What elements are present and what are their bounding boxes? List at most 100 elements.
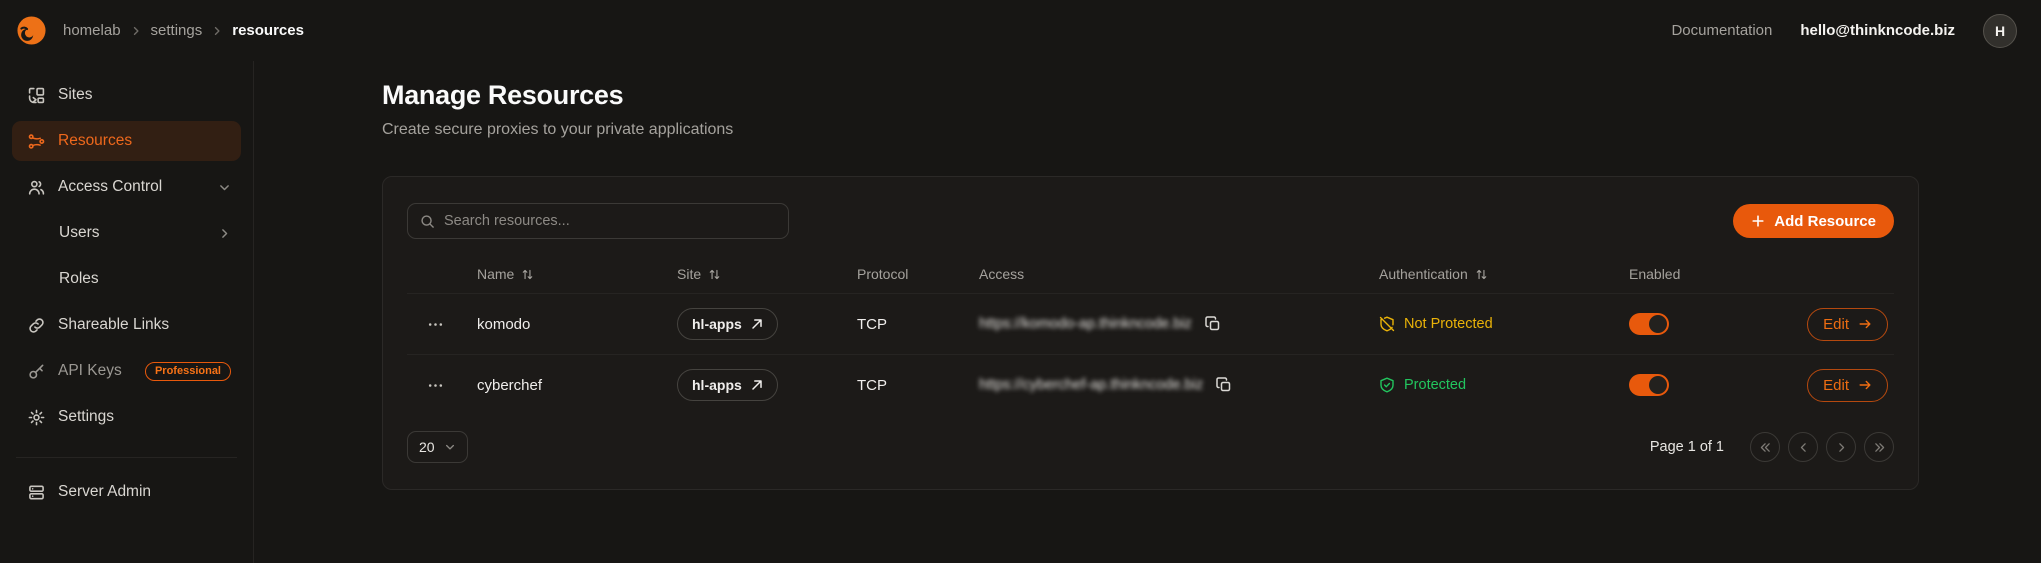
sidebar-item-label: Roles <box>59 270 231 288</box>
page-subtitle: Create secure proxies to your private ap… <box>382 118 1919 142</box>
chevron-down-icon <box>444 441 456 453</box>
breadcrumb-current-page: resources <box>232 22 304 39</box>
sidebar-item-label: Shareable Links <box>58 316 231 334</box>
access-url[interactable]: https://cyberchef-ap.thinkncode.biz <box>979 377 1203 393</box>
plus-icon <box>1751 214 1765 228</box>
page-size-select[interactable]: 20 <box>407 431 468 463</box>
chevrons-right-icon <box>1873 441 1886 454</box>
external-link-icon <box>751 379 763 391</box>
column-header-enabled: Enabled <box>1615 266 1787 282</box>
chevron-right-icon <box>130 25 142 37</box>
sites-icon <box>28 87 45 104</box>
sidebar-item-users[interactable]: Users <box>12 213 241 253</box>
access-url[interactable]: https://komodo-ap.thinkncode.biz <box>979 316 1192 332</box>
documentation-link[interactable]: Documentation <box>1671 22 1772 39</box>
column-header-access: Access <box>965 266 1365 282</box>
sidebar-item-roles[interactable]: Roles <box>12 259 241 299</box>
chevron-left-icon <box>1797 441 1810 454</box>
edit-button[interactable]: Edit <box>1807 308 1888 341</box>
sidebar-item-access-control[interactable]: Access Control <box>12 167 241 207</box>
sidebar: Sites Resources Access Co <box>0 61 254 563</box>
add-resource-button[interactable]: Add Resource <box>1733 204 1894 238</box>
ellipsis-icon <box>427 377 444 394</box>
site-link-button[interactable]: hl-apps <box>677 308 778 340</box>
sidebar-item-label: Settings <box>58 408 231 426</box>
column-header-label: Site <box>677 266 701 282</box>
resources-table: Name Site Protocol Access Authenticati <box>407 255 1894 415</box>
copy-url-button[interactable] <box>1203 314 1223 334</box>
pagination: Page 1 of 1 <box>1650 432 1894 462</box>
first-page-button[interactable] <box>1750 432 1780 462</box>
next-page-button[interactable] <box>1826 432 1856 462</box>
column-header-name[interactable]: Name <box>463 266 663 282</box>
shield-off-icon <box>1379 316 1395 332</box>
pangolin-logo-icon[interactable] <box>16 15 47 46</box>
sidebar-item-api-keys[interactable]: API Keys Professional <box>12 351 241 391</box>
last-page-button[interactable] <box>1864 432 1894 462</box>
table-row: cyberchef hl-apps TCP https://cyberchef-… <box>407 354 1894 415</box>
key-icon <box>28 363 45 380</box>
enabled-toggle[interactable] <box>1629 374 1669 396</box>
column-header-label: Protocol <box>857 266 908 282</box>
table-footer: 20 Page 1 of 1 <box>407 431 1894 463</box>
arrow-right-icon <box>1858 378 1872 392</box>
search-icon <box>420 214 435 229</box>
resources-card: Add Resource Name Site Protocol <box>382 176 1919 490</box>
site-link-button[interactable]: hl-apps <box>677 369 778 401</box>
card-toolbar: Add Resource <box>407 203 1894 239</box>
sidebar-divider <box>16 457 237 458</box>
column-header-label: Name <box>477 266 514 282</box>
search-input[interactable] <box>444 213 776 229</box>
row-menu-button[interactable] <box>407 316 463 333</box>
column-header-site[interactable]: Site <box>663 266 843 282</box>
sidebar-item-shareable-links[interactable]: Shareable Links <box>12 305 241 345</box>
enabled-toggle[interactable] <box>1629 313 1669 335</box>
sort-icon <box>521 268 534 281</box>
previous-page-button[interactable] <box>1788 432 1818 462</box>
toggle-knob <box>1649 376 1667 394</box>
edit-button[interactable]: Edit <box>1807 369 1888 402</box>
page-title: Manage Resources <box>382 77 1919 113</box>
add-resource-label: Add Resource <box>1774 213 1876 230</box>
sidebar-item-label: Access Control <box>58 178 205 196</box>
sidebar-item-settings[interactable]: Settings <box>12 397 241 437</box>
sidebar-item-label: Resources <box>58 132 231 150</box>
sidebar-item-label: Users <box>59 224 205 242</box>
breadcrumb-settings[interactable]: settings <box>151 22 203 39</box>
sort-icon <box>1475 268 1488 281</box>
auth-status: Not Protected <box>1379 316 1493 332</box>
external-link-icon <box>751 318 763 330</box>
copy-url-button[interactable] <box>1214 375 1234 395</box>
resource-protocol: TCP <box>843 316 965 333</box>
auth-status-label: Not Protected <box>1404 316 1493 332</box>
copy-icon <box>1216 377 1232 393</box>
arrow-right-icon <box>1858 317 1872 331</box>
gear-icon <box>28 409 45 426</box>
column-header-authentication[interactable]: Authentication <box>1365 266 1615 282</box>
avatar[interactable]: H <box>1983 14 2017 48</box>
auth-status-label: Protected <box>1404 377 1466 393</box>
sidebar-item-server-admin[interactable]: Server Admin <box>12 472 241 512</box>
sidebar-item-label: Sites <box>58 86 231 104</box>
server-icon <box>28 484 45 501</box>
main-content: Manage Resources Create secure proxies t… <box>254 61 2041 563</box>
row-menu-button[interactable] <box>407 377 463 394</box>
user-email[interactable]: hello@thinkncode.biz <box>1800 22 1955 39</box>
chevron-right-icon <box>218 227 231 240</box>
resource-protocol: TCP <box>843 377 965 394</box>
search-box[interactable] <box>407 203 789 239</box>
breadcrumb-org[interactable]: homelab <box>63 22 121 39</box>
users-icon <box>28 179 45 196</box>
breadcrumb: homelab settings resources <box>63 22 304 39</box>
sidebar-item-resources[interactable]: Resources <box>12 121 241 161</box>
column-header-protocol: Protocol <box>843 266 965 282</box>
edit-label: Edit <box>1823 377 1849 394</box>
chevron-down-icon <box>218 181 231 194</box>
page-info: Page 1 of 1 <box>1650 439 1724 455</box>
resource-name: komodo <box>463 316 663 333</box>
column-header-label: Enabled <box>1629 266 1680 282</box>
chevron-right-icon <box>1835 441 1848 454</box>
sidebar-item-sites[interactable]: Sites <box>12 75 241 115</box>
link-icon <box>28 317 45 334</box>
ellipsis-icon <box>427 316 444 333</box>
